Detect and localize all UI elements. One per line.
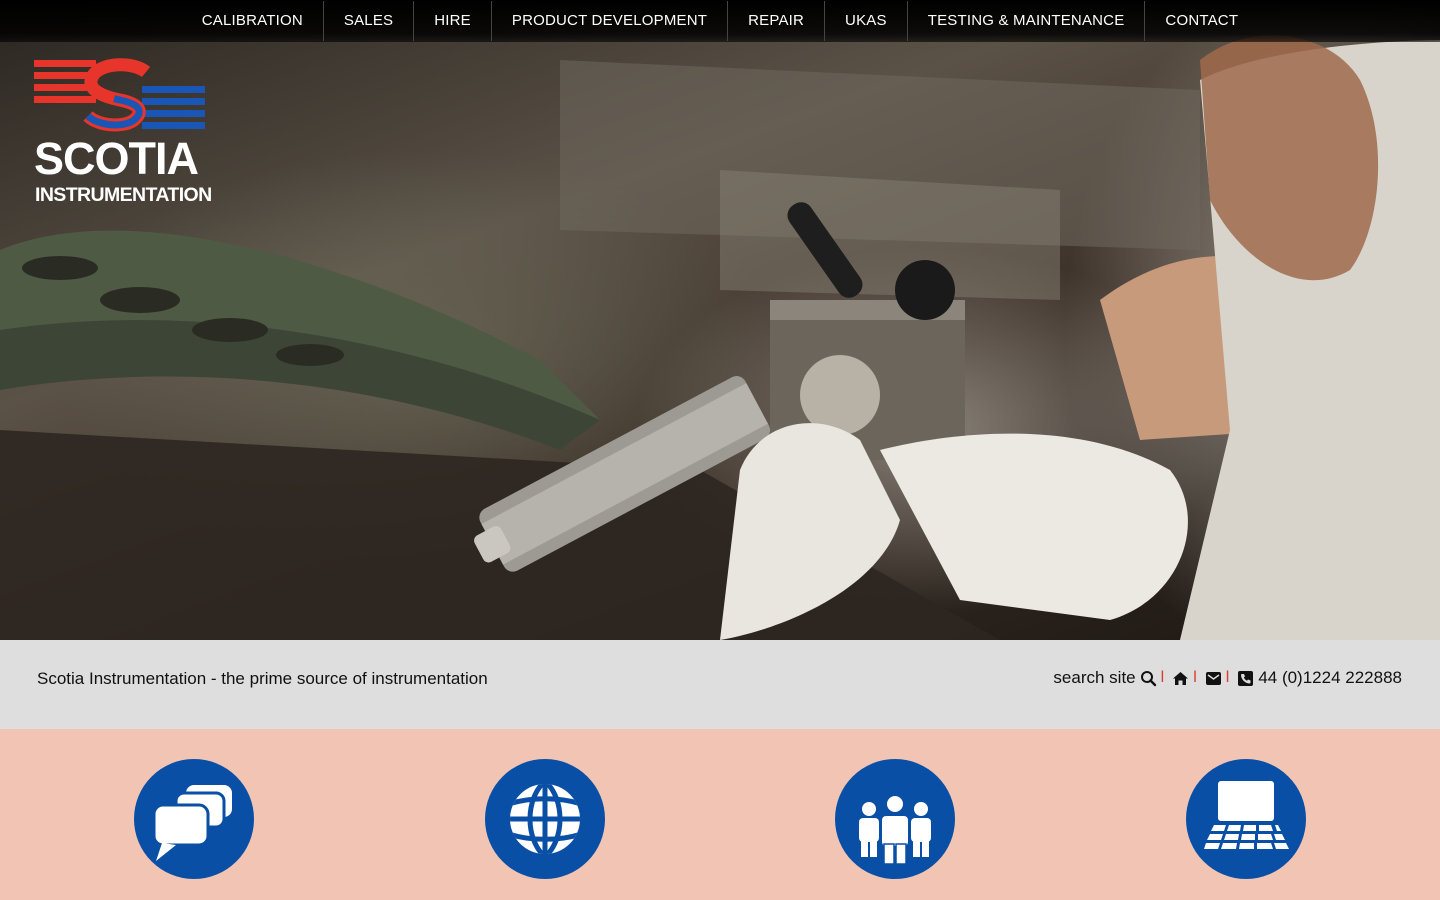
chat-bubbles-icon (152, 785, 232, 861)
nav-item-product-development[interactable]: PRODUCT DEVELOPMENT (492, 1, 729, 41)
hero-banner (0, 0, 1440, 640)
main-nav: CALIBRATION SALES HIRE PRODUCT DEVELOPME… (0, 0, 1440, 42)
nav-item-sales[interactable]: SALES (324, 1, 415, 41)
services-row (0, 729, 1440, 900)
logo-text-instrumentation: INSTRUMENTATION (35, 184, 212, 206)
separator: l (1225, 669, 1230, 686)
home-icon[interactable] (1172, 670, 1189, 687)
globe-icon (510, 784, 580, 854)
separator: l (1193, 669, 1197, 686)
search-icon[interactable] (1140, 670, 1157, 687)
nav-item-ukas[interactable]: UKAS (825, 1, 908, 41)
service-circle-global[interactable] (485, 759, 605, 879)
logo-mark-icon (34, 58, 205, 132)
nav-item-calibration[interactable]: CALIBRATION (182, 1, 324, 41)
hero-photo (0, 35, 1440, 640)
service-circle-team[interactable] (835, 759, 955, 879)
service-circle-online[interactable] (1186, 759, 1306, 879)
phone-icon[interactable] (1237, 670, 1254, 687)
team-icon (859, 794, 931, 865)
nav-item-contact[interactable]: CONTACT (1145, 1, 1258, 41)
contact-strip: search site l l l 44 (0)1224 222888 (1053, 668, 1402, 688)
phone-number[interactable]: 44 (0)1224 222888 (1258, 668, 1402, 688)
nav-item-hire[interactable]: HIRE (414, 1, 492, 41)
email-icon[interactable] (1205, 670, 1222, 687)
site-tagline: Scotia Instrumentation - the prime sourc… (37, 669, 488, 688)
laptop-icon (1204, 781, 1289, 849)
nav-item-repair[interactable]: REPAIR (728, 1, 826, 41)
separator: l (1160, 669, 1165, 686)
service-circle-communication[interactable] (134, 759, 254, 879)
site-logo[interactable]: SCOTIA INSTRUMENTATION (34, 58, 212, 208)
nav-item-testing-maintenance[interactable]: TESTING & MAINTENANCE (908, 1, 1146, 41)
info-bar: Scotia Instrumentation - the prime sourc… (0, 640, 1440, 729)
logo-text-scotia: SCOTIA (34, 133, 199, 184)
search-site-link[interactable]: search site (1053, 668, 1135, 688)
